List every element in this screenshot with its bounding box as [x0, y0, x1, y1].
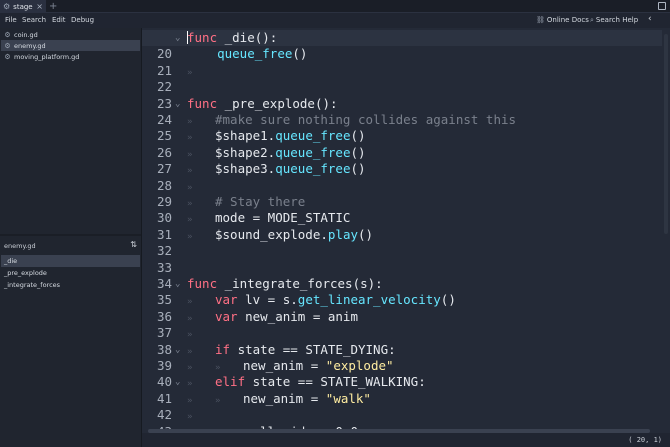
- code-line: 43 »: [142, 407, 662, 433]
- cursor-position: ( 20, 1): [628, 436, 662, 444]
- code-line: 40 » » new_anim = "explode": [142, 358, 662, 389]
- online-docs-button[interactable]: ⛓ Online Docs: [536, 16, 589, 24]
- method-item-integrate-forces[interactable]: _integrate_forces: [1, 279, 140, 291]
- script-item-moving-platform[interactable]: ⚙ moving_platform.gd: [1, 51, 140, 62]
- script-item-label: coin.gd: [14, 30, 38, 39]
- code-line: 41 ⌄ » elif state == STATE_WALKING:: [142, 374, 662, 405]
- link-icon: ⛓: [536, 16, 545, 24]
- menu-edit[interactable]: Edit: [52, 16, 66, 24]
- code-line: 26 » $shape1.queue_free(): [142, 128, 662, 159]
- method-item-die[interactable]: _die: [1, 255, 140, 267]
- code-line: 39 ⌄ » if state == STATE_DYING:: [142, 342, 662, 373]
- script-menu-bar: File Search Edit Debug ⛓ Online Docs ⌕ Sea…: [0, 13, 670, 28]
- code-line: 37 » var new_anim = anim: [142, 309, 662, 340]
- script-item-enemy[interactable]: ⚙ enemy.gd: [1, 40, 140, 51]
- scene-tab-label: stage: [13, 2, 33, 11]
- menu-debug[interactable]: Debug: [71, 16, 94, 24]
- fold-arrow-icon[interactable]: ⌄: [175, 342, 180, 358]
- menu-search[interactable]: Search: [22, 16, 46, 24]
- code-line: 30 » # Stay there: [142, 194, 662, 225]
- sort-icon[interactable]: ⇅: [130, 240, 137, 249]
- fold-arrow-icon[interactable]: ⌄: [175, 276, 180, 292]
- script-item-label: enemy.gd: [14, 41, 46, 50]
- close-icon[interactable]: ×: [36, 2, 43, 11]
- distraction-free-icon[interactable]: [658, 2, 666, 10]
- fold-arrow-icon[interactable]: ⌄: [175, 96, 180, 112]
- code-line: 42 » » new_anim = "walk": [142, 391, 662, 422]
- search-icon: ⌕: [590, 16, 594, 24]
- code-line: 34: [142, 260, 662, 291]
- code-line: 36 » var lv = s.get_linear_velocity(): [142, 292, 662, 323]
- code-line: 33: [142, 243, 662, 275]
- fold-arrow-icon[interactable]: ⌄: [175, 30, 180, 46]
- methods-panel-title: enemy.gd: [4, 242, 36, 250]
- scene-tab-bar: ⚙ stage × +: [0, 0, 670, 13]
- gear-icon: ⚙: [4, 52, 11, 61]
- code-line: 35 ⌄ func _integrate_forces(s):: [142, 276, 662, 307]
- fold-arrow-icon[interactable]: ⌄: [175, 374, 180, 390]
- vertical-scrollbar-thumb[interactable]: [664, 34, 668, 234]
- methods-header: enemy.gd ⇅: [0, 239, 141, 251]
- code-line: 27 » $shape2.queue_free(): [142, 145, 662, 176]
- scene-tab-stage[interactable]: ⚙ stage ×: [0, 0, 46, 13]
- menu-file[interactable]: File: [5, 16, 17, 24]
- tab-marker-icon: »: [187, 67, 193, 78]
- code-line: 20 ⌄ func _die():: [142, 30, 662, 61]
- code-line: 28 » $shape3.queue_free(): [142, 161, 662, 192]
- nav-back-icon[interactable]: ‹: [648, 14, 652, 24]
- code-line: 21 queue_free(): [142, 46, 662, 77]
- code-line: 23: [142, 79, 662, 111]
- script-item-coin[interactable]: ⚙ coin.gd: [1, 29, 140, 40]
- gear-icon: ⚙: [3, 2, 11, 11]
- method-item-pre-explode[interactable]: _pre_explode: [1, 267, 140, 279]
- panel-splitter[interactable]: [0, 234, 141, 236]
- script-sidebar: ⚙ coin.gd ⚙ enemy.gd ⚙ moving_platform.g…: [0, 28, 142, 447]
- search-help-label: Search Help: [595, 16, 639, 24]
- add-tab-icon[interactable]: +: [49, 1, 57, 12]
- code-line: 25 » #make sure nothing collides against…: [142, 112, 662, 143]
- vertical-scrollbar[interactable]: [662, 28, 670, 433]
- script-item-label: moving_platform.gd: [14, 52, 80, 61]
- code-line: 22 »: [142, 63, 662, 94]
- code-line: 31 » mode = MODE_STATIC: [142, 210, 662, 241]
- editor-status-bar: ( 20, 1): [142, 433, 670, 447]
- gear-icon: ⚙: [4, 41, 11, 50]
- methods-list: _die _pre_explode _integrate_forces: [1, 255, 140, 291]
- gear-icon: ⚙: [4, 30, 11, 39]
- code-editor[interactable]: 20 ⌄ func _die(): 21 queue_free() 22 » 2…: [142, 28, 670, 433]
- code-line: 38 »: [142, 325, 662, 356]
- code-line: 29 »: [142, 178, 662, 209]
- script-list: ⚙ coin.gd ⚙ enemy.gd ⚙ moving_platform.g…: [1, 29, 140, 62]
- code-line: 32 » $sound_explode.play(): [142, 227, 662, 258]
- search-help-button[interactable]: ⌕ Search Help: [590, 16, 638, 25]
- code-line: 24 ⌄ func _pre_explode():: [142, 96, 662, 127]
- online-docs-label: Online Docs: [546, 16, 589, 24]
